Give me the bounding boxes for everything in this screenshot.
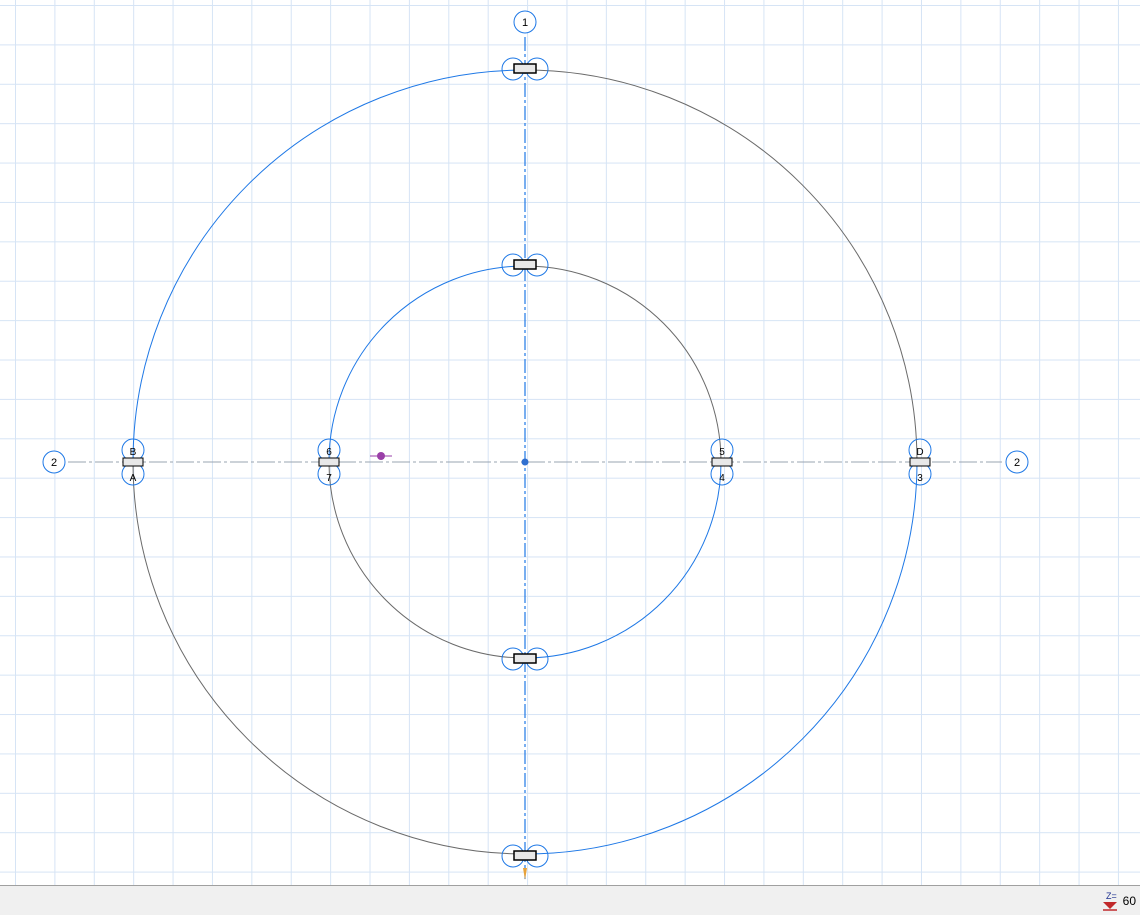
inner-circle-lower-left-arc[interactable] xyxy=(328,461,526,659)
z-level-value: 60 xyxy=(1122,893,1136,908)
drawing-canvas[interactable]: 1 2 2 B A D 3 6 7 5 4 xyxy=(0,0,1140,885)
tag-right-outer[interactable]: D 3 xyxy=(908,438,932,486)
outer-circle-upper-right-arc[interactable] xyxy=(524,69,918,463)
svg-text:5: 5 xyxy=(719,447,725,458)
svg-text:D: D xyxy=(916,447,923,458)
z-level-icon: Z= xyxy=(1102,891,1117,911)
origin-marker xyxy=(523,868,527,880)
svg-text:6: 6 xyxy=(326,447,332,458)
grid-bubble-1[interactable]: 1 xyxy=(513,10,537,34)
tag-left-inner[interactable]: 6 7 xyxy=(317,438,341,486)
svg-text:Z=: Z= xyxy=(1106,891,1117,901)
svg-text:2: 2 xyxy=(51,457,57,469)
center-point[interactable] xyxy=(521,458,529,466)
inner-circle-lower-right-arc[interactable] xyxy=(524,461,722,659)
outer-circle-lower-left-arc[interactable] xyxy=(132,461,526,855)
grid-bubble-2-right[interactable]: 2 xyxy=(1005,450,1029,474)
svg-text:2: 2 xyxy=(1014,457,1020,469)
tag-right-inner[interactable]: 5 4 xyxy=(710,438,734,486)
z-level-indicator[interactable]: Z= 60 xyxy=(1092,886,1140,915)
svg-text:7: 7 xyxy=(326,473,332,484)
svg-text:A: A xyxy=(130,473,137,484)
svg-text:B: B xyxy=(130,447,137,458)
inner-circle-upper-right-arc[interactable] xyxy=(524,265,722,463)
drawing-svg[interactable]: 1 2 2 B A D 3 6 7 5 4 xyxy=(0,0,1140,885)
svg-text:3: 3 xyxy=(917,473,923,484)
svg-text:4: 4 xyxy=(719,473,725,484)
grid-bubble-2-left[interactable]: 2 xyxy=(42,450,66,474)
inner-circle-upper-left-arc[interactable] xyxy=(328,265,526,463)
outer-circle-upper-left-arc[interactable] xyxy=(132,69,526,463)
status-bar: Z= 60 xyxy=(0,885,1140,915)
svg-text:1: 1 xyxy=(522,17,528,29)
outer-circle-lower-right-arc[interactable] xyxy=(524,461,918,855)
